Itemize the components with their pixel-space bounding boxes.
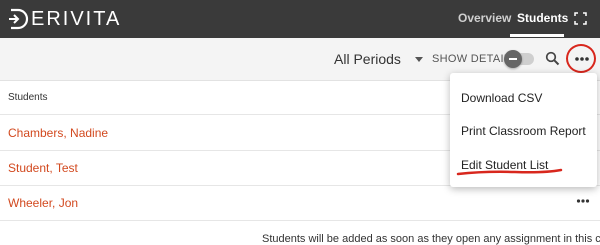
top-nav-bar: ERIVITA Overview Students xyxy=(0,0,600,38)
row-more-icon[interactable] xyxy=(576,197,590,205)
brand-name: ERIVITA xyxy=(31,8,122,30)
annotation-underline xyxy=(456,168,563,176)
nav-overview[interactable]: Overview xyxy=(458,11,511,25)
student-name-link[interactable]: Wheeler, Jon xyxy=(8,196,78,210)
nav-students[interactable]: Students xyxy=(517,11,568,25)
table-row: Wheeler, Jon xyxy=(0,185,600,221)
student-name-link[interactable]: Student, Test xyxy=(8,161,78,175)
period-select[interactable]: All Periods xyxy=(334,51,423,67)
student-name-link[interactable]: Chambers, Nadine xyxy=(8,126,108,140)
period-select-value: All Periods xyxy=(334,51,401,67)
search-icon[interactable] xyxy=(545,51,560,66)
menu-item-download-csv[interactable]: Download CSV xyxy=(461,91,542,105)
footer-note: Students will be added as soon as they o… xyxy=(262,233,600,245)
brand-logo[interactable]: ERIVITA xyxy=(8,8,121,30)
menu-item-print-classroom-report[interactable]: Print Classroom Report xyxy=(461,124,586,138)
toggle-knob xyxy=(504,50,522,68)
students-column-header: Students xyxy=(8,92,48,103)
fullscreen-icon[interactable] xyxy=(574,12,587,25)
show-details-toggle[interactable] xyxy=(504,50,534,68)
caret-down-icon xyxy=(414,56,423,62)
annotation-circle xyxy=(566,44,596,73)
derivita-logo-icon xyxy=(9,8,29,30)
active-tab-indicator xyxy=(510,34,564,37)
